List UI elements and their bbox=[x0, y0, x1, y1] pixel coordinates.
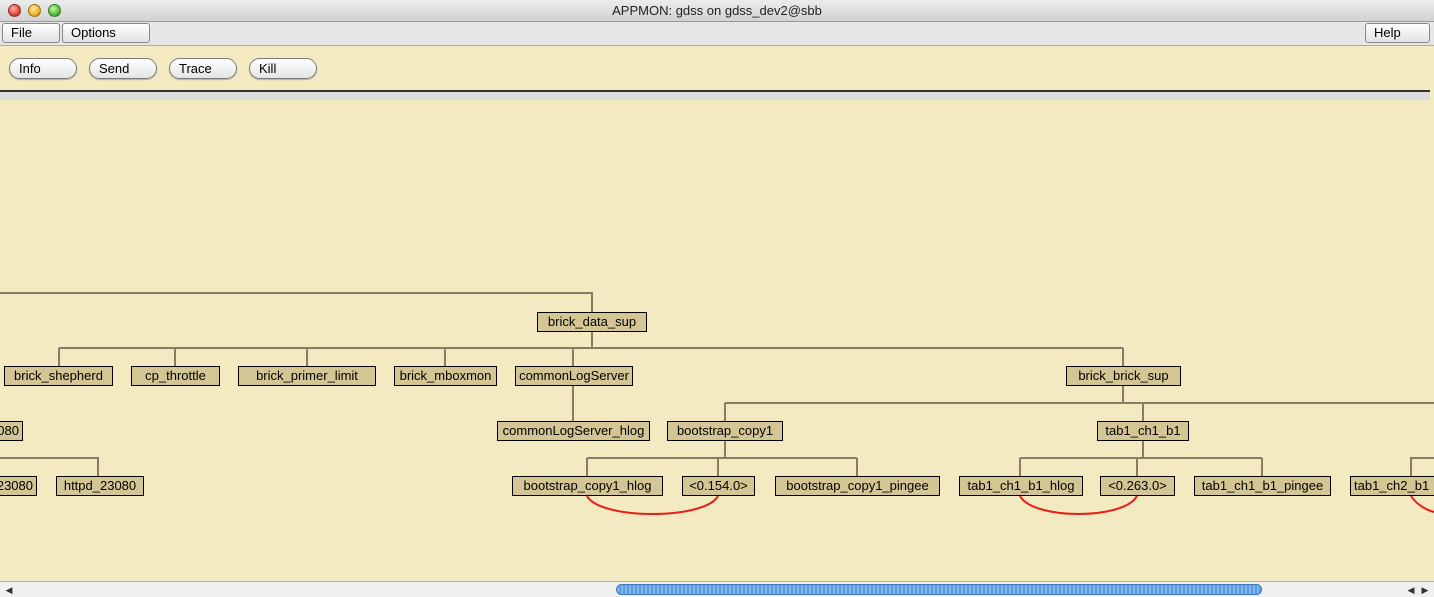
window-title-bar: APPMON: gdss on gdss_dev2@sbb bbox=[0, 0, 1434, 22]
tree-node-partial-23080[interactable]: 23080 bbox=[0, 476, 37, 496]
tree-node-tab1-ch2-b1[interactable]: tab1_ch2_b1 bbox=[1350, 476, 1434, 496]
tree-node-brick-shepherd[interactable]: brick_shepherd bbox=[4, 366, 113, 386]
scroll-left-end-icon[interactable]: ◀ bbox=[1404, 583, 1418, 597]
process-link-arc bbox=[1410, 495, 1434, 513]
tree-node-commonlogserver[interactable]: commonLogServer bbox=[515, 366, 633, 386]
scroll-right-icon[interactable]: ▶ bbox=[1418, 583, 1432, 597]
process-link-arc bbox=[1019, 495, 1138, 515]
tree-node-partial-080[interactable]: 080 bbox=[0, 421, 23, 441]
tree-link bbox=[0, 457, 99, 476]
tree-node-cp-throttle[interactable]: cp_throttle bbox=[131, 366, 220, 386]
kill-button[interactable]: Kill bbox=[249, 58, 317, 79]
file-menu[interactable]: File bbox=[2, 23, 60, 43]
trace-button[interactable]: Trace bbox=[169, 58, 237, 79]
tree-node-brick-brick-sup[interactable]: brick_brick_sup bbox=[1066, 366, 1181, 386]
tree-node-tab1-ch1-b1[interactable]: tab1_ch1_b1 bbox=[1097, 421, 1189, 441]
tree-node-brick-mboxmon[interactable]: brick_mboxmon bbox=[394, 366, 497, 386]
tree-node-bootstrap-copy1[interactable]: bootstrap_copy1 bbox=[667, 421, 783, 441]
window-title: APPMON: gdss on gdss_dev2@sbb bbox=[612, 3, 822, 18]
tree-links bbox=[0, 292, 1434, 515]
tree-node-pid-0-263-0[interactable]: <0.263.0> bbox=[1100, 476, 1175, 496]
scrollbar-thumb[interactable] bbox=[616, 584, 1262, 595]
tree-link bbox=[1410, 457, 1434, 476]
tree-node-tab1-ch1-b1-hlog[interactable]: tab1_ch1_b1_hlog bbox=[959, 476, 1083, 496]
options-menu[interactable]: Options bbox=[62, 23, 150, 43]
tree-node-brick-data-sup[interactable]: brick_data_sup bbox=[537, 312, 647, 332]
info-button[interactable]: Info bbox=[9, 58, 77, 79]
help-menu[interactable]: Help bbox=[1365, 23, 1430, 43]
menu-bar: File Options Help bbox=[0, 22, 1434, 46]
canvas-top-border bbox=[0, 92, 1430, 100]
tree-node-bootstrap-copy1-pingee[interactable]: bootstrap_copy1_pingee bbox=[775, 476, 940, 496]
process-link-arc bbox=[586, 495, 719, 515]
send-button[interactable]: Send bbox=[89, 58, 157, 79]
tree-node-pid-0-154-0[interactable]: <0.154.0> bbox=[682, 476, 755, 496]
toolbar: Info Send Trace Kill bbox=[0, 46, 1434, 91]
tree-node-brick-primer-limit[interactable]: brick_primer_limit bbox=[238, 366, 376, 386]
scroll-left-icon[interactable]: ◀ bbox=[2, 583, 16, 597]
tree-node-tab1-ch1-b1-pingee[interactable]: tab1_ch1_b1_pingee bbox=[1194, 476, 1331, 496]
tree-node-bootstrap-copy1-hlog[interactable]: bootstrap_copy1_hlog bbox=[512, 476, 663, 496]
tree-link bbox=[0, 292, 593, 312]
process-tree-canvas[interactable]: brick_data_sup brick_shepherd cp_throttl… bbox=[0, 100, 1434, 581]
tree-node-commonlogserver-hlog[interactable]: commonLogServer_hlog bbox=[497, 421, 650, 441]
tree-node-httpd-23080[interactable]: httpd_23080 bbox=[56, 476, 144, 496]
horizontal-scrollbar[interactable]: ◀ ◀ ▶ bbox=[0, 581, 1434, 597]
